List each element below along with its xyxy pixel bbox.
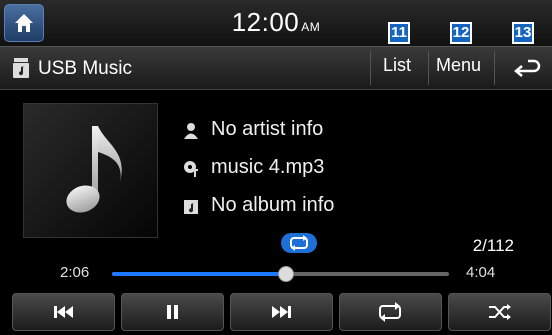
back-icon bbox=[514, 59, 541, 77]
repeat-button[interactable] bbox=[339, 293, 442, 331]
artist-icon bbox=[184, 123, 198, 139]
elapsed-time: 2:06 bbox=[60, 264, 90, 281]
title-bar: USB Music List Menu bbox=[0, 46, 552, 90]
progress-fill bbox=[112, 272, 286, 276]
previous-icon bbox=[54, 306, 73, 318]
song-title: music 4.mp3 bbox=[211, 156, 325, 178]
album-name: No album info bbox=[211, 194, 335, 216]
repeat-mode-indicator bbox=[281, 233, 317, 253]
pause-button[interactable] bbox=[121, 293, 224, 331]
divider bbox=[370, 51, 371, 85]
callout-badge-list: 11 bbox=[388, 22, 410, 44]
progress-thumb[interactable] bbox=[277, 266, 294, 282]
clock-ampm: AM bbox=[301, 20, 321, 34]
next-icon bbox=[272, 306, 291, 318]
progress-area: 2:06 4:04 bbox=[0, 258, 552, 288]
song-title-icon bbox=[184, 161, 198, 177]
next-button[interactable] bbox=[230, 293, 333, 331]
album-art bbox=[23, 103, 158, 238]
shuffle-icon bbox=[489, 304, 511, 320]
album-icon bbox=[184, 200, 198, 214]
repeat-icon bbox=[290, 235, 308, 251]
back-button[interactable] bbox=[500, 49, 550, 89]
repeat-icon bbox=[379, 302, 401, 322]
clock-time: 12:00 bbox=[231, 7, 300, 37]
divider bbox=[428, 51, 429, 85]
total-time: 4:04 bbox=[466, 264, 496, 281]
previous-button[interactable] bbox=[12, 293, 115, 331]
music-note-icon bbox=[66, 126, 122, 213]
progress-bar[interactable] bbox=[112, 266, 449, 282]
divider bbox=[494, 51, 495, 85]
list-button[interactable]: List bbox=[383, 55, 411, 76]
callout-badge-back: 13 bbox=[512, 22, 534, 44]
source-title: USB Music bbox=[38, 58, 132, 79]
track-count: 2/112 bbox=[472, 236, 514, 255]
callout-badge-menu: 12 bbox=[450, 22, 472, 44]
shuffle-button[interactable] bbox=[448, 293, 551, 331]
pause-icon bbox=[167, 305, 178, 319]
usb-music-icon bbox=[13, 58, 29, 78]
menu-button[interactable]: Menu bbox=[436, 55, 481, 76]
playback-controls bbox=[0, 291, 552, 335]
artist-name: No artist info bbox=[211, 118, 324, 140]
